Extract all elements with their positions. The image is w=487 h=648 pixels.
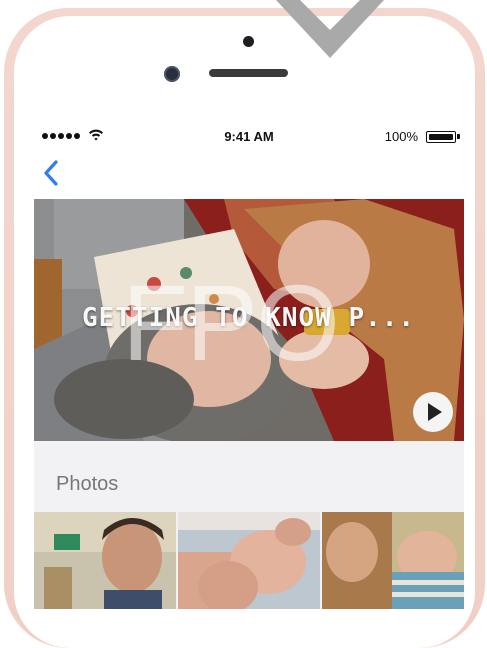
app-screen: 9:41 AM 100% GETTING TO KNOW P... FPO Ph… [34, 125, 464, 609]
photos-section-label: Photos [56, 473, 119, 495]
fpo-placeholder-overlay: FPO [122, 262, 340, 383]
photo-thumbnail[interactable] [322, 512, 464, 609]
battery-tip [457, 134, 460, 139]
status-bar: 9:41 AM 100% [34, 125, 464, 147]
photo-image [178, 512, 320, 609]
photo-image [322, 512, 464, 609]
back-button[interactable] [38, 157, 68, 189]
chevron-down-mark [276, 0, 384, 58]
camera-dot [243, 36, 254, 47]
battery-icon [426, 131, 456, 143]
photo-thumbnail[interactable] [178, 512, 320, 609]
photo-image [34, 512, 176, 609]
earpiece-speaker [209, 69, 288, 77]
memory-hero-image[interactable]: GETTING TO KNOW P... FPO [34, 199, 464, 441]
play-button[interactable] [413, 392, 453, 432]
front-camera [164, 66, 180, 82]
navigation-bar [34, 147, 464, 199]
chevron-left-icon [44, 160, 58, 186]
battery-percent: 100% [384, 129, 418, 144]
photo-thumbnail[interactable] [34, 512, 176, 609]
